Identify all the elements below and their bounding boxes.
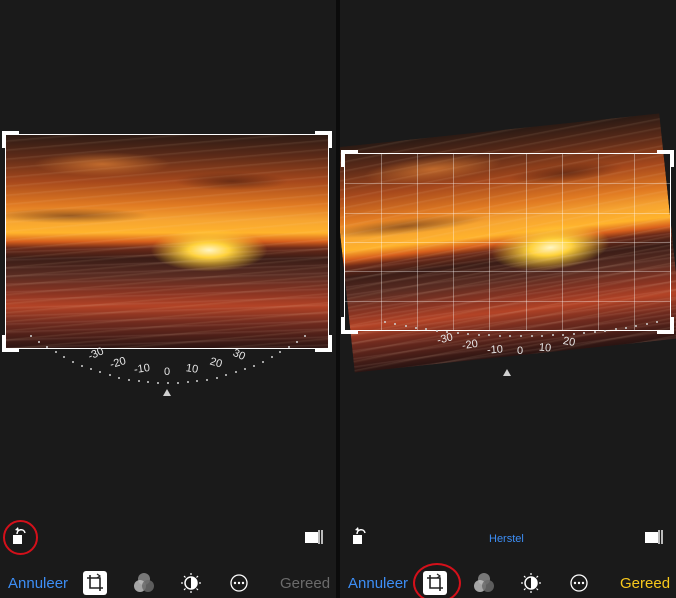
- dial-tick: [138, 380, 140, 382]
- dial-tick: [467, 333, 469, 335]
- dial-tick: [262, 361, 264, 363]
- dial-label: 10: [185, 362, 199, 376]
- dial-label: -10: [133, 361, 151, 377]
- dial-tick: [384, 321, 386, 323]
- dial-tick: [253, 365, 255, 367]
- dial-tick: [552, 334, 554, 336]
- grid-line: [345, 271, 670, 272]
- dial-tick: [488, 334, 490, 336]
- dial-tick: [206, 379, 208, 381]
- dial-tick: [279, 351, 281, 353]
- dial-tick: [635, 325, 637, 327]
- more-icon[interactable]: [569, 573, 589, 593]
- dial-tick: [187, 381, 189, 383]
- dial-tick: [118, 377, 120, 379]
- crop-screen-before: -30 -20 -10 0 10 20 30 Annuleer Gereed: [0, 0, 336, 598]
- dial-tick: [520, 335, 522, 337]
- dial-tick: [541, 335, 543, 337]
- aspect-ratio-icon[interactable]: [644, 529, 664, 545]
- dial-tick: [394, 323, 396, 325]
- dial-tick: [235, 371, 237, 373]
- crop-screen-after: -30 -20 -10 0 10 20 Herstel Annuleer Ger…: [340, 0, 676, 598]
- crop-rotate-icon[interactable]: [423, 571, 447, 595]
- grid-line: [345, 183, 670, 184]
- aspect-ratio-icon[interactable]: [304, 529, 324, 545]
- crop-handle-top-right[interactable]: [315, 131, 332, 148]
- dial-tick: [531, 335, 533, 337]
- dial-label: 20: [208, 355, 224, 371]
- dial-tick: [436, 330, 438, 332]
- dial-tick: [63, 356, 65, 358]
- dial-pointer-icon: [503, 369, 511, 376]
- dial-tick: [109, 374, 111, 376]
- dial-tick: [177, 382, 179, 384]
- adjust-icon[interactable]: [180, 572, 202, 594]
- crop-handle-top-left[interactable]: [2, 131, 19, 148]
- dial-tick: [304, 335, 306, 337]
- dial-tick: [38, 341, 40, 343]
- crop-handle-bottom-left[interactable]: [2, 335, 19, 352]
- dial-tick: [128, 379, 130, 381]
- dial-tick: [499, 335, 501, 337]
- dial-tick: [81, 365, 83, 367]
- cancel-button[interactable]: Annuleer: [8, 575, 68, 592]
- crop-grid: [345, 154, 670, 330]
- dial-tick: [478, 334, 480, 336]
- dial-tick: [196, 380, 198, 382]
- rotate-left-icon[interactable]: [350, 526, 370, 546]
- dial-tick: [509, 335, 511, 337]
- done-button[interactable]: Gereed: [620, 575, 670, 592]
- dial-tick: [244, 368, 246, 370]
- dial-tick: [46, 346, 48, 348]
- grid-line: [345, 242, 670, 243]
- dial-tick: [90, 368, 92, 370]
- dial-tick: [604, 330, 606, 332]
- dial-tick: [225, 374, 227, 376]
- dial-tick: [656, 321, 658, 323]
- dial-tick: [147, 381, 149, 383]
- dial-tick: [405, 325, 407, 327]
- dial-tick: [615, 328, 617, 330]
- dial-tick: [583, 332, 585, 334]
- rotate-left-icon[interactable]: [10, 526, 30, 546]
- crop-frame[interactable]: [341, 150, 674, 334]
- dial-tick: [646, 323, 648, 325]
- dial-tick: [167, 382, 169, 384]
- filters-icon[interactable]: [133, 572, 155, 594]
- cancel-button[interactable]: Annuleer: [348, 575, 408, 592]
- dial-tick: [271, 356, 273, 358]
- crop-frame[interactable]: [2, 131, 332, 352]
- dial-tick: [562, 334, 564, 336]
- filters-icon[interactable]: [473, 572, 495, 594]
- more-icon[interactable]: [229, 573, 249, 593]
- dial-tick: [99, 371, 101, 373]
- grid-line: [345, 213, 670, 214]
- crop-handle-bottom-right[interactable]: [315, 335, 332, 352]
- reset-button[interactable]: Herstel: [489, 533, 524, 545]
- dial-tick: [457, 332, 459, 334]
- dial-tick: [446, 331, 448, 333]
- dial-tick: [288, 346, 290, 348]
- dial-pointer-icon: [163, 389, 171, 396]
- dial-tick: [157, 382, 159, 384]
- grid-line: [345, 301, 670, 302]
- dial-tick: [625, 327, 627, 329]
- dial-tick: [415, 327, 417, 329]
- done-button[interactable]: Gereed: [280, 575, 330, 592]
- dial-tick: [72, 361, 74, 363]
- dial-label: -20: [108, 355, 128, 371]
- dial-tick: [55, 351, 57, 353]
- dial-tick: [296, 341, 298, 343]
- dial-tick: [573, 333, 575, 335]
- dial-tick: [425, 328, 427, 330]
- adjust-icon[interactable]: [520, 572, 542, 594]
- dial-tick: [594, 331, 596, 333]
- dial-label: 0: [163, 366, 171, 378]
- crop-rotate-icon[interactable]: [83, 571, 107, 595]
- dial-tick: [216, 377, 218, 379]
- dial-tick: [30, 335, 32, 337]
